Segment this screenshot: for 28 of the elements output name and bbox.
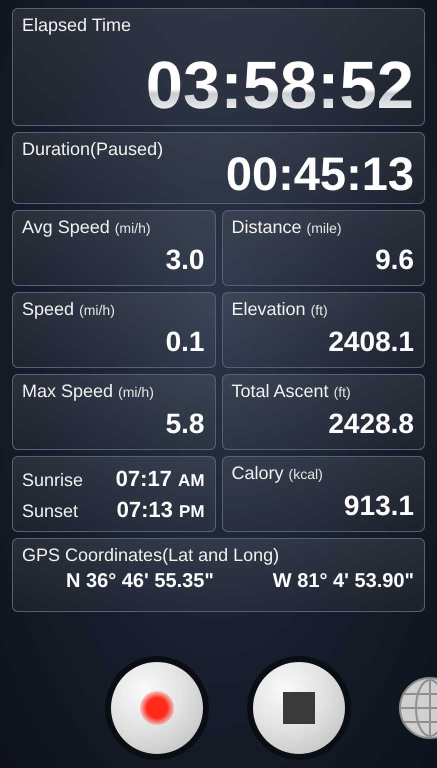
sun-label: Sunset: [22, 500, 78, 522]
longitude-value: W 81° 4' 53.90": [272, 570, 414, 593]
stat-label: Distance (mile): [232, 217, 342, 237]
stat-value: 3.0: [166, 246, 204, 274]
elapsed-time-label: Elapsed Time: [22, 15, 132, 36]
gps-label: GPS Coordinates(Lat and Long): [22, 545, 280, 566]
sun-label: Sunrise: [22, 470, 84, 490]
duration-value: 00:45:13: [226, 150, 414, 197]
stat-label: Elevation (ft): [232, 299, 328, 319]
stat-label: Calory (kcal): [232, 463, 323, 483]
stat-label: Total Ascent (ft): [232, 381, 351, 401]
sun-time: 07:13 PM: [116, 496, 204, 522]
globe-icon: [397, 676, 437, 740]
globe-button[interactable]: [397, 676, 437, 740]
stat-value: 2408.1: [328, 328, 414, 356]
stat-value: 913.1: [344, 492, 414, 520]
stat-value: 2428.8: [328, 410, 414, 438]
stat-label: Max Speed (mi/h): [22, 381, 154, 401]
stop-icon: [283, 692, 315, 724]
record-icon: [140, 691, 174, 725]
stat-value: 9.6: [375, 246, 414, 274]
stat-label: Speed (mi/h): [22, 299, 115, 319]
stat-label: Avg Speed (mi/h): [22, 217, 151, 237]
stat-value: 0.1: [166, 328, 204, 356]
duration-label: Duration(Paused): [22, 139, 164, 160]
stat-value: 5.8: [166, 410, 204, 438]
sun-time: 07:17 AM: [116, 466, 204, 492]
latitude-value: N 36° 46' 55.35": [66, 570, 214, 593]
